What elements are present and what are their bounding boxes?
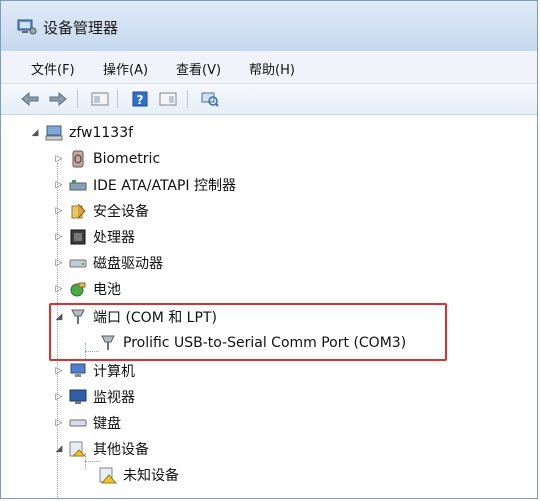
expand-arrow-icon[interactable]: ▷	[53, 231, 65, 243]
other-devices-icon	[69, 440, 87, 458]
expand-arrow-icon[interactable]: ▷	[53, 417, 65, 429]
expand-arrow-icon[interactable]: ▷	[53, 283, 65, 295]
tree-item-label: 计算机	[93, 364, 135, 380]
tree-root-label: zfw1133f	[69, 125, 134, 141]
tree-item-label: 磁盘驱动器	[93, 256, 163, 272]
scan-hardware-icon[interactable]	[199, 88, 221, 110]
tree-item-unknown-device[interactable]: 未知设备	[99, 463, 179, 487]
processor-icon	[69, 228, 87, 246]
expand-arrow-icon[interactable]: ▷	[53, 391, 65, 403]
tree-item-label: Biometric	[93, 151, 161, 167]
tree-item-label: 其他设备	[93, 442, 149, 458]
window-title: 设备管理器	[43, 19, 119, 37]
menu-view[interactable]: 查看(V)	[172, 57, 225, 80]
tree-item-security[interactable]: ▷ 安全设备	[53, 199, 149, 223]
expand-arrow-icon[interactable]: ▷	[53, 365, 65, 377]
menu-help[interactable]: 帮助(H)	[245, 57, 299, 80]
tree-item-label: IDE ATA/ATAPI 控制器	[93, 178, 237, 194]
tree-item-label: 未知设备	[123, 468, 179, 484]
expand-arrow-icon[interactable]: ▷	[53, 205, 65, 217]
tree-item-other-devices[interactable]: ◢ 其他设备	[53, 437, 149, 461]
menu-file[interactable]: 文件(F)	[27, 57, 79, 80]
computer-icon	[69, 362, 87, 380]
help-icon[interactable]: ?	[129, 88, 151, 110]
tree-item-monitor[interactable]: ▷ 监视器	[53, 385, 135, 409]
collapse-arrow-icon[interactable]: ◢	[53, 443, 65, 455]
highlight-box	[49, 303, 447, 361]
collapse-arrow-icon[interactable]: ◢	[29, 127, 41, 139]
properties-icon[interactable]	[89, 88, 111, 110]
computer-icon	[45, 124, 63, 142]
expand-arrow-icon[interactable]: ▷	[53, 257, 65, 269]
tree-item-label: 键盘	[93, 416, 121, 432]
forward-icon[interactable]	[47, 88, 69, 110]
view-icon[interactable]	[157, 88, 179, 110]
battery-icon	[69, 280, 87, 298]
monitor-icon	[69, 388, 87, 406]
menu-bar: 文件(F) 操作(A) 查看(V) 帮助(H)	[1, 51, 537, 84]
tree-item-label: 电池	[93, 282, 121, 298]
toolbar: ?	[1, 84, 537, 115]
unknown-device-icon	[99, 466, 117, 484]
device-manager-icon	[17, 19, 37, 35]
svg-text:?: ?	[137, 93, 144, 107]
tree-item-ide[interactable]: ▷ IDE ATA/ATAPI 控制器	[53, 173, 236, 197]
tree-root[interactable]: ◢ zfw1133f	[29, 121, 134, 145]
expand-arrow-icon[interactable]: ▷	[53, 153, 65, 165]
tree-item-biometric[interactable]: ▷ Biometric	[53, 147, 160, 171]
device-manager-window: 设备管理器 文件(F) 操作(A) 查看(V) 帮助(H) ? ◢ zfw113…	[0, 0, 538, 499]
tree-item-label: 安全设备	[93, 204, 149, 220]
device-tree: ◢ zfw1133f ▷ Biometric ▷ IDE ATA/ATAPI 控…	[1, 115, 537, 498]
title-bar[interactable]: 设备管理器	[1, 1, 537, 52]
back-icon[interactable]	[19, 88, 41, 110]
ide-controller-icon	[69, 176, 87, 194]
disk-drive-icon	[69, 254, 87, 272]
tree-item-computer[interactable]: ▷ 计算机	[53, 359, 135, 383]
tree-item-battery[interactable]: ▷ 电池	[53, 277, 121, 301]
menu-action[interactable]: 操作(A)	[99, 57, 152, 80]
security-device-icon	[69, 202, 87, 220]
tree-item-label: 处理器	[93, 230, 135, 246]
tree-item-keyboard[interactable]: ▷ 键盘	[53, 411, 121, 435]
biometric-icon	[69, 150, 87, 168]
tree-item-label: 监视器	[93, 390, 135, 406]
expand-arrow-icon[interactable]: ▷	[53, 179, 65, 191]
keyboard-icon	[69, 414, 87, 432]
tree-item-disk[interactable]: ▷ 磁盘驱动器	[53, 251, 163, 275]
tree-item-processor[interactable]: ▷ 处理器	[53, 225, 135, 249]
